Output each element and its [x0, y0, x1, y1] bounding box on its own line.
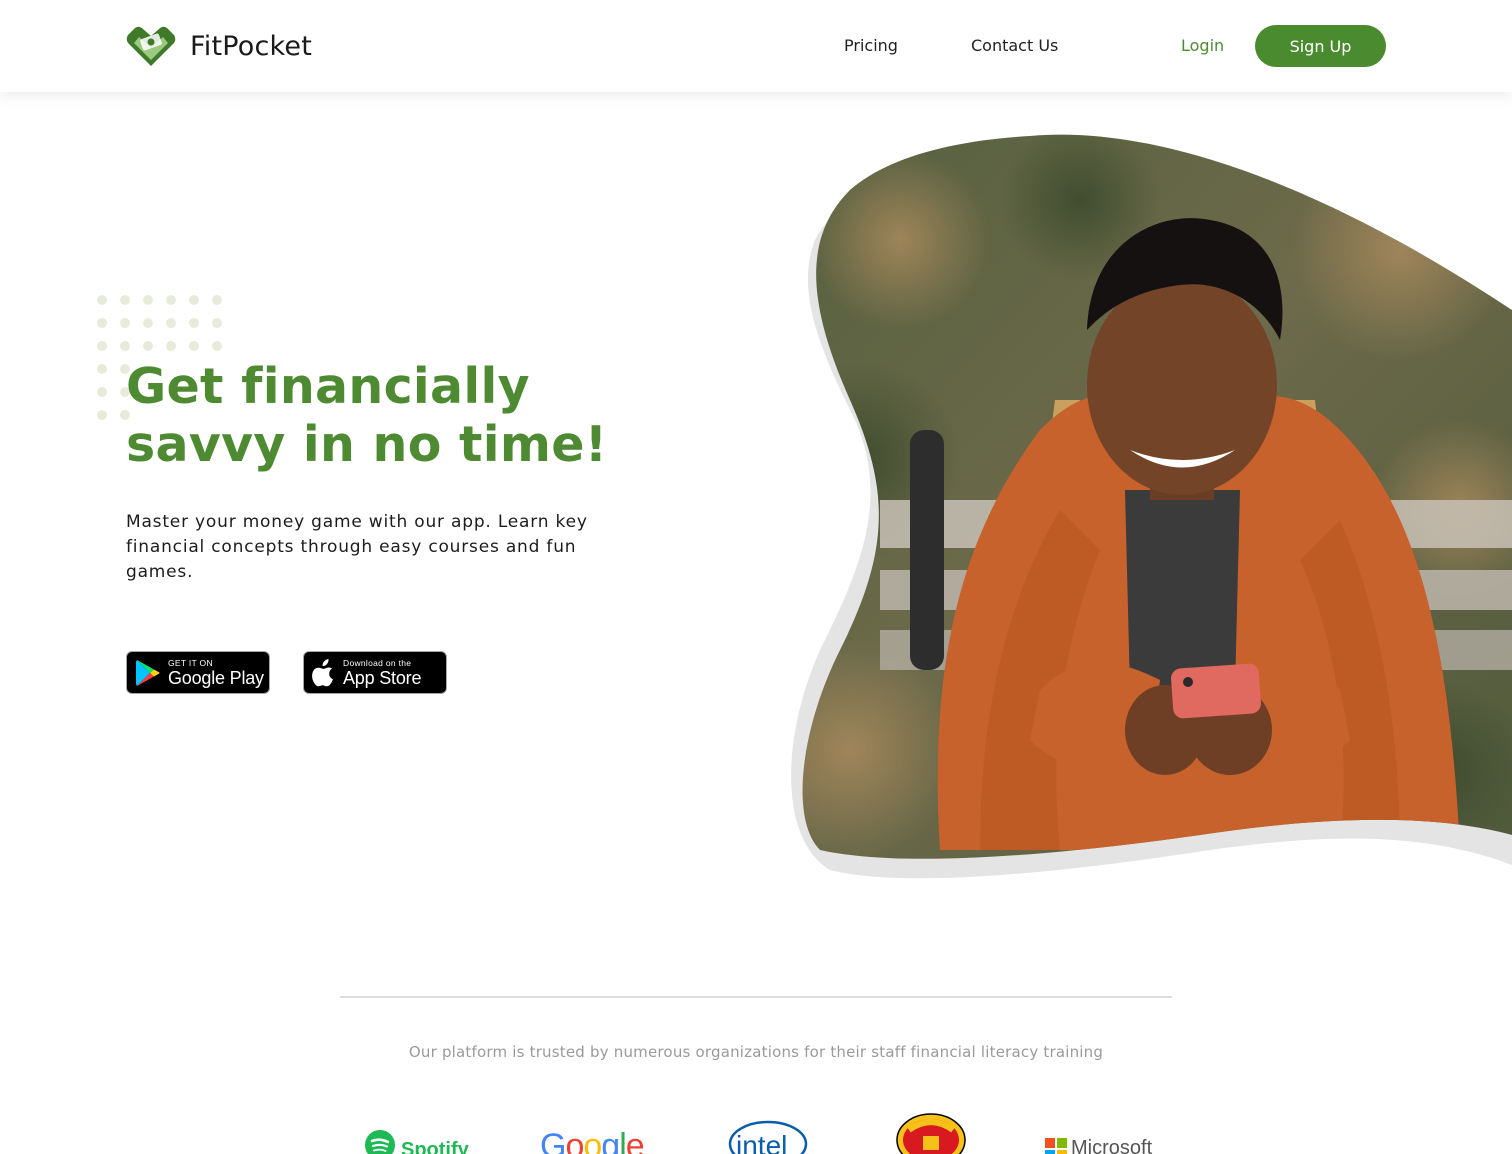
spotify-label: Spotify	[401, 1139, 469, 1154]
app-store-badge[interactable]: Download on the App Store	[303, 651, 447, 694]
signup-button[interactable]: Sign Up	[1255, 25, 1386, 67]
login-link[interactable]: Login	[1181, 36, 1224, 55]
google-play-badge[interactable]: GET IT ON Google Play	[126, 651, 270, 694]
intel-label: intel	[736, 1130, 788, 1154]
google-play-small-text: GET IT ON	[168, 657, 213, 668]
apple-icon	[312, 658, 333, 686]
google-play-big-text: Google Play	[168, 667, 264, 688]
brand-logo[interactable]: FitPocket	[125, 24, 312, 68]
microsoft-logo: Microsoft	[1045, 1110, 1155, 1154]
app-store-small-text: Download on the	[343, 657, 412, 668]
google-logo: Google	[540, 1110, 650, 1154]
hero-title-line1: Get financially	[126, 358, 530, 415]
top-navbar: FitPocket Pricing Contact Us Login Sign …	[0, 0, 1512, 92]
microsoft-windows-icon	[1045, 1138, 1067, 1154]
manchester-united-crest-icon	[896, 1113, 966, 1154]
hero-subtitle: Master your money game with our app. Lea…	[126, 512, 588, 582]
app-store-big-text: App Store	[343, 667, 422, 688]
nav-pricing-link[interactable]: Pricing	[844, 36, 898, 55]
nav-contact-link[interactable]: Contact Us	[971, 36, 1058, 55]
google-play-icon	[136, 659, 160, 686]
hero-title-line2: savvy in no time!	[126, 416, 608, 473]
microsoft-label: Microsoft	[1071, 1137, 1153, 1154]
fitpocket-logo-icon	[126, 26, 176, 66]
manchester-united-logo	[895, 1110, 970, 1154]
section-divider	[340, 996, 1172, 998]
trusted-by-text: Our platform is trusted by numerous orga…	[408, 1043, 1104, 1061]
hero-image	[780, 130, 1512, 890]
intel-logo: intel	[728, 1110, 813, 1154]
google-label: Google	[540, 1127, 645, 1154]
brand-name: FitPocket	[190, 30, 313, 62]
spotify-logo: Spotify	[365, 1110, 475, 1154]
hero-title: Get financially savvy in no time!	[126, 358, 686, 474]
spotify-icon	[365, 1130, 395, 1154]
